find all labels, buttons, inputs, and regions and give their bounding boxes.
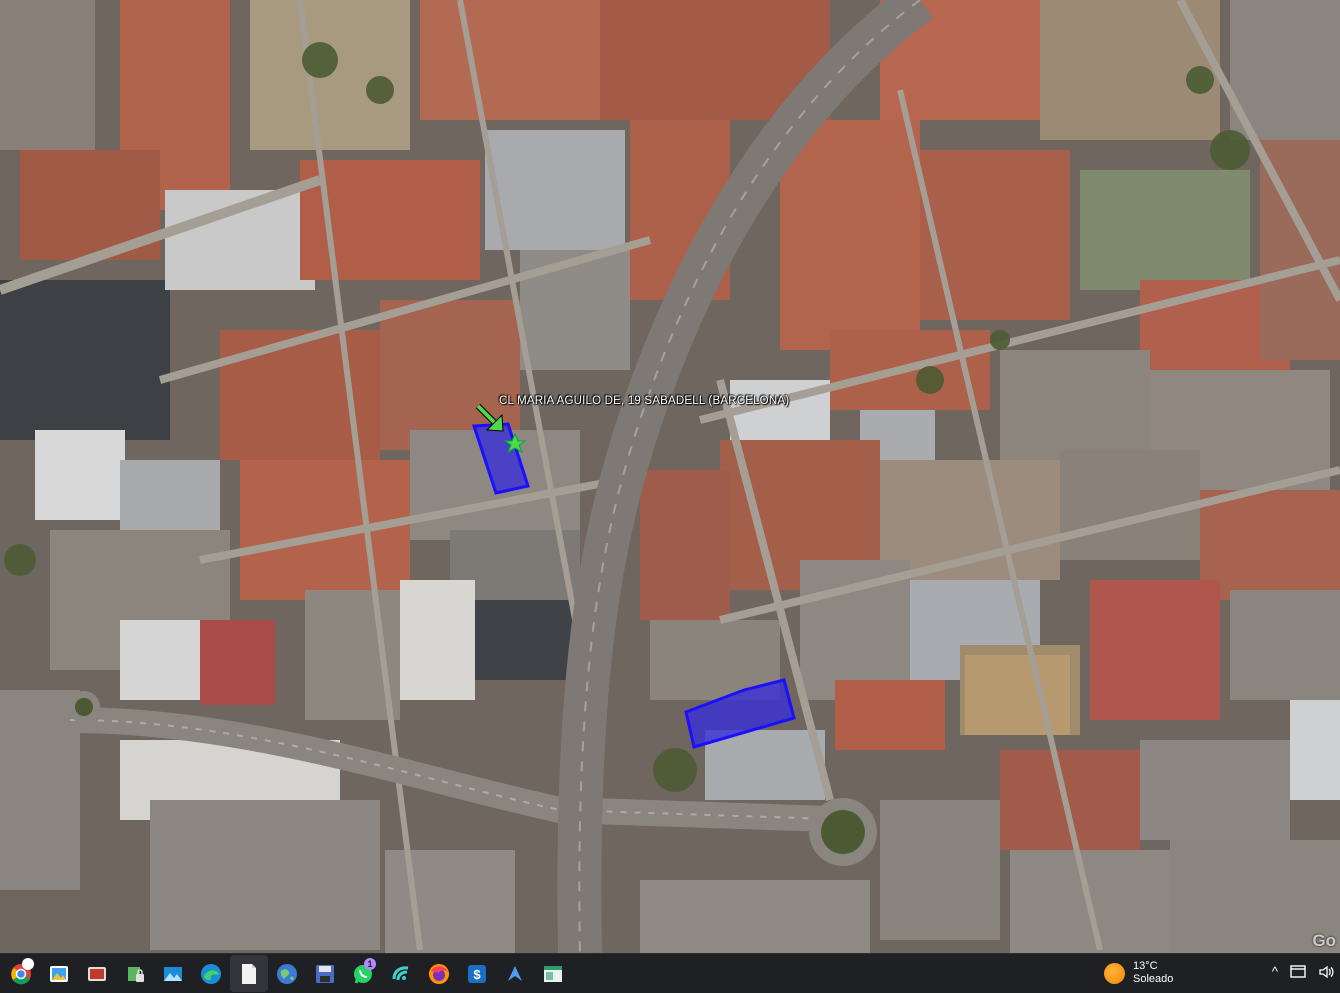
tray-chevron-up-icon[interactable]: ^	[1272, 963, 1278, 981]
chrome-profile-badge	[22, 958, 34, 970]
gallery-icon[interactable]	[40, 955, 78, 992]
edge-icon[interactable]	[192, 955, 230, 992]
system-tray: ^	[1272, 963, 1334, 981]
photos-icon[interactable]	[78, 955, 116, 992]
chrome-icon[interactable]	[2, 955, 40, 992]
placemark-label[interactable]: CL MARIA AGUILO DE, 19 SABADELL (BARCELO…	[499, 395, 789, 407]
taskbar-apps: 1 $	[2, 955, 572, 992]
taskbar: 1 $ 13°C Soleado ^	[0, 953, 1340, 993]
google-watermark: Go	[1312, 931, 1336, 950]
landscape-icon[interactable]	[154, 955, 192, 992]
sun-icon	[1104, 962, 1125, 984]
document-icon[interactable]	[230, 955, 268, 992]
speaker-icon[interactable]	[1318, 964, 1334, 980]
save-disk-icon[interactable]	[306, 955, 344, 992]
window-icon[interactable]	[1290, 964, 1306, 980]
weather-temperature: 13°C	[1133, 960, 1158, 972]
whatsapp-badge: 1	[364, 958, 376, 970]
weather-widget[interactable]: 13°C Soleado	[1104, 960, 1173, 986]
satellite-imagery[interactable]	[0, 0, 1340, 953]
spreadsheet-icon[interactable]	[534, 955, 572, 992]
recycle-lock-icon[interactable]	[116, 955, 154, 992]
dollar-app-icon[interactable]: $	[458, 955, 496, 992]
svg-text:$: $	[473, 967, 481, 982]
firefox-icon[interactable]	[420, 955, 458, 992]
arrow-app-icon[interactable]	[496, 955, 534, 992]
wave-app-icon[interactable]	[382, 955, 420, 992]
satellite-map[interactable]: CL MARIA AGUILO DE, 19 SABADELL (BARCELO…	[0, 0, 1340, 953]
weather-condition: Soleado	[1133, 973, 1174, 985]
whatsapp-icon[interactable]: 1	[344, 955, 382, 992]
google-earth-icon[interactable]	[268, 955, 306, 992]
